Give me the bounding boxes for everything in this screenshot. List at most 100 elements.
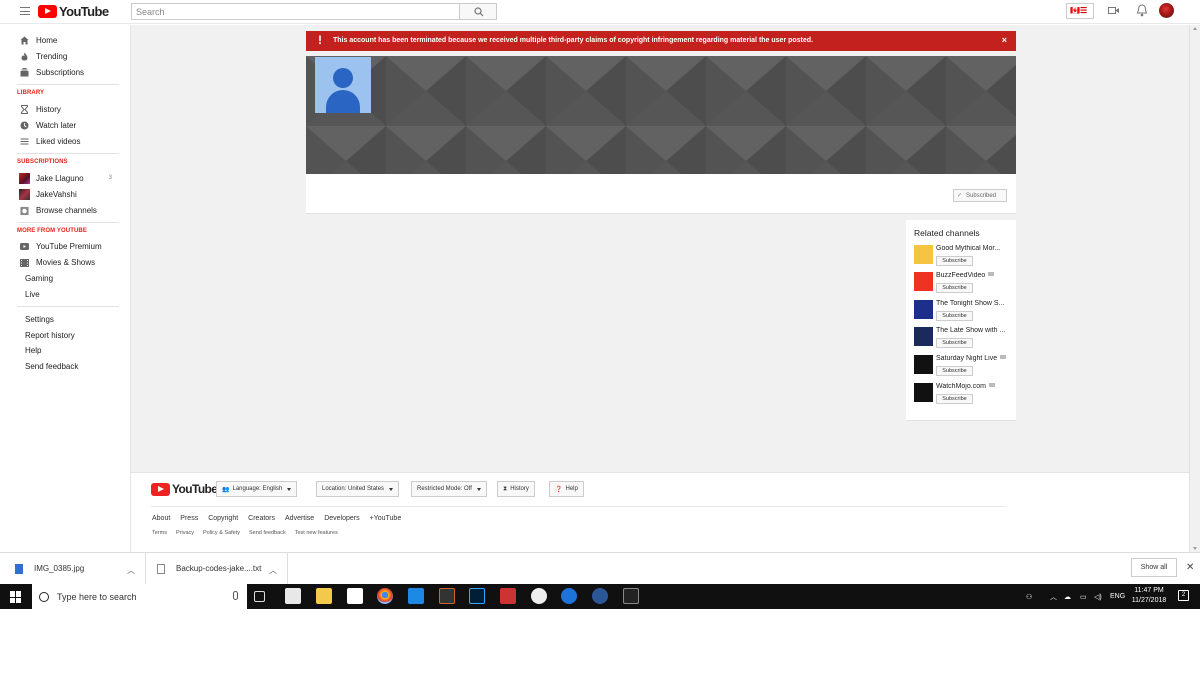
- sidebar-item-youtube-premium[interactable]: YouTube Premium: [0, 238, 131, 254]
- show-all-downloads-button[interactable]: Show all: [1131, 558, 1177, 577]
- app-ball-icon[interactable]: [531, 588, 547, 604]
- photoshop-icon[interactable]: [469, 588, 485, 604]
- footer-link-copyright[interactable]: Copyright: [208, 515, 238, 522]
- chrome-icon[interactable]: [377, 588, 393, 604]
- sidebar-item-movies-shows[interactable]: Movies & Shows: [0, 254, 131, 270]
- youtube-logo[interactable]: YouTube: [38, 4, 109, 19]
- sidebar-subscription-jakevahshi[interactable]: JakeVahshi: [0, 186, 131, 202]
- channel-avatar: [19, 173, 30, 184]
- account-avatar[interactable]: [1159, 3, 1174, 18]
- history-button[interactable]: ⧗ History: [497, 481, 535, 497]
- help-button[interactable]: ❓ Help: [549, 481, 584, 497]
- people-icon[interactable]: ⚇: [1026, 584, 1032, 609]
- tray-overflow-icon[interactable]: ︿: [1050, 584, 1057, 609]
- scroll-down-arrow-icon[interactable]: [1193, 547, 1197, 550]
- subscribe-button[interactable]: Subscribe: [936, 311, 973, 321]
- sidebar-item-browse-channels[interactable]: Browse channels: [0, 202, 131, 218]
- search-input[interactable]: Search: [131, 3, 460, 20]
- sidebar-item-live[interactable]: Live: [0, 286, 131, 302]
- page-scrollbar[interactable]: [1189, 25, 1200, 552]
- sidebar-item-label: Send feedback: [25, 361, 79, 371]
- language-button[interactable]: 👥 Language: English: [216, 481, 298, 497]
- subscribe-button[interactable]: Subscribe: [936, 283, 973, 293]
- channel-name: Saturday Night Live: [936, 355, 1010, 362]
- related-channel-item[interactable]: WatchMojo.com Subscribe: [914, 383, 1014, 409]
- sidebar-item-report-history[interactable]: Report history: [0, 327, 131, 343]
- movies-tv-icon[interactable]: [408, 588, 424, 604]
- action-center-icon[interactable]: 2: [1178, 590, 1189, 601]
- windows-start-icon[interactable]: [10, 591, 22, 603]
- restricted-mode-button[interactable]: Restricted Mode: Off: [411, 481, 487, 497]
- sidebar-item-trending[interactable]: Trending: [0, 48, 131, 64]
- taskbar-search-box[interactable]: Type here to search: [32, 584, 247, 609]
- sidebar-item-label: Jake Llaguno: [36, 173, 84, 183]
- sidebar-item-label: Live: [25, 289, 40, 299]
- sidebar-item-liked-videos[interactable]: Liked videos: [0, 133, 131, 149]
- search-button[interactable]: [459, 3, 497, 20]
- sidebar-item-watch-later[interactable]: Watch later: [0, 117, 131, 133]
- chevron-up-icon[interactable]: ︿: [269, 565, 277, 576]
- footer-link-creators[interactable]: Creators: [248, 515, 275, 522]
- sidebar-item-help[interactable]: Help: [0, 342, 131, 358]
- task-view-icon[interactable]: [254, 591, 265, 602]
- related-channel-item[interactable]: BuzzFeedVideo Subscribe: [914, 272, 1014, 298]
- upload-video-icon[interactable]: [1108, 6, 1120, 16]
- download-item[interactable]: IMG_0385.jpg ︿: [0, 553, 146, 584]
- store-icon[interactable]: [285, 588, 301, 604]
- sidebar-item-history[interactable]: History: [0, 101, 131, 117]
- sidebar-item-gaming[interactable]: Gaming: [0, 270, 131, 286]
- onedrive-icon[interactable]: ☁: [1064, 584, 1071, 609]
- youtube-play-icon: [38, 5, 57, 18]
- file-explorer-icon[interactable]: [316, 588, 332, 604]
- sidebar-item-subscriptions[interactable]: Subscriptions: [0, 64, 131, 80]
- related-channel-item[interactable]: Saturday Night Live Subscribe: [914, 355, 1014, 381]
- footer-link-press[interactable]: Press: [180, 515, 198, 522]
- sidebar-item-label: Report history: [25, 330, 75, 340]
- subscribe-button[interactable]: Subscribe: [936, 366, 973, 376]
- volume-icon[interactable]: ◁): [1094, 584, 1102, 609]
- input-language[interactable]: ENG: [1110, 584, 1125, 609]
- close-alert-icon[interactable]: ×: [1002, 35, 1007, 45]
- sidebar-subscription-jake-llaguno[interactable]: Jake Llaguno 3: [0, 170, 131, 186]
- menu-icon[interactable]: [20, 7, 30, 15]
- sidebar-item-settings[interactable]: Settings: [0, 311, 131, 327]
- related-channel-item[interactable]: The Tonight Show S... Subscribe: [914, 300, 1014, 326]
- subscriptions-icon: [20, 68, 29, 77]
- edge-icon[interactable]: [561, 588, 577, 604]
- footer-link-test-new-features[interactable]: Test new features: [295, 530, 338, 536]
- footer-link-terms[interactable]: Terms: [152, 530, 167, 536]
- notifications-bell-icon[interactable]: [1136, 4, 1148, 17]
- footer-link-developers[interactable]: Developers: [324, 515, 359, 522]
- footer-link-send-feedback[interactable]: Send feedback: [249, 530, 286, 536]
- sidebar-item-home[interactable]: Home: [0, 32, 131, 48]
- scroll-up-arrow-icon[interactable]: [1193, 27, 1197, 30]
- chevron-up-icon[interactable]: ︿: [127, 565, 135, 576]
- microphone-icon[interactable]: [233, 591, 238, 600]
- epic-games-icon[interactable]: [623, 588, 639, 604]
- network-icon[interactable]: ▭: [1080, 584, 1087, 609]
- taskbar-clock[interactable]: 11:47 PM 11/27/2018: [1128, 586, 1170, 606]
- subscribed-button[interactable]: ✓ Subscribed: [953, 189, 1007, 202]
- sidebar-item-send-feedback[interactable]: Send feedback: [0, 358, 131, 374]
- footer-link-advertise[interactable]: Advertise: [285, 515, 314, 522]
- related-channel-item[interactable]: Good Mythical Mor... Subscribe: [914, 245, 1014, 271]
- new-video-count: 3: [108, 175, 112, 181]
- steam-icon[interactable]: [592, 588, 608, 604]
- app-badge-icon[interactable]: [500, 588, 516, 604]
- footer-youtube-logo[interactable]: YouTube: [151, 482, 218, 496]
- footer-link-policy-safety[interactable]: Policy & Safety: [203, 530, 240, 536]
- subscribe-button[interactable]: Subscribe: [936, 338, 973, 348]
- footer-link-about[interactable]: About: [152, 515, 170, 522]
- download-item[interactable]: Backup-codes-jake....txt ︿: [146, 553, 288, 584]
- related-channel-item[interactable]: The Late Show with ... Subscribe: [914, 327, 1014, 353]
- location-button[interactable]: Location: United States: [316, 481, 400, 497]
- subscribe-button[interactable]: Subscribe: [936, 256, 973, 266]
- language-icon: 👥: [222, 486, 230, 493]
- country-menu-button[interactable]: 🇨🇦☰: [1066, 3, 1094, 19]
- footer-link-plus-youtube[interactable]: +YouTube: [370, 515, 402, 522]
- close-download-shelf-icon[interactable]: ✕: [1186, 562, 1194, 573]
- footer-link-privacy[interactable]: Privacy: [176, 530, 194, 536]
- mail-icon[interactable]: [347, 588, 363, 604]
- game-app-icon[interactable]: [439, 588, 455, 604]
- subscribe-button[interactable]: Subscribe: [936, 394, 973, 404]
